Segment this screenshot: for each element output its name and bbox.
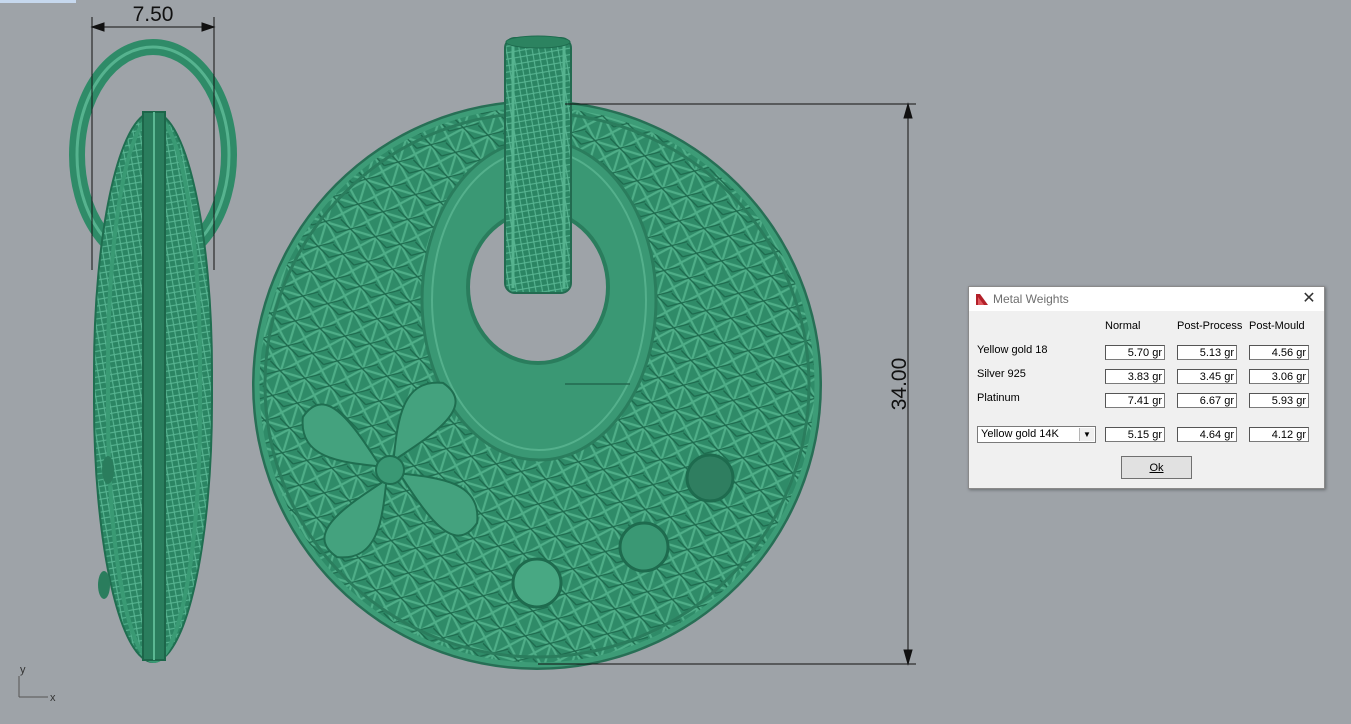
weight-field-platinum-normal[interactable]: 7.41 gr — [1105, 393, 1165, 408]
column-header-normal: Normal — [1105, 320, 1141, 332]
row-label-yellow-gold-18: Yellow gold 18 — [977, 344, 1048, 356]
front-view-model — [252, 35, 822, 670]
metal-weights-dialog: Metal Weights ✕ Normal Post-Process Post… — [968, 286, 1325, 489]
row-label-platinum: Platinum — [977, 392, 1020, 404]
weight-field-yellow-gold-18-post-process[interactable]: 5.13 gr — [1177, 345, 1237, 360]
weight-field-custom-post-mould[interactable]: 4.12 gr — [1249, 427, 1309, 442]
metal-type-selected: Yellow gold 14K — [981, 428, 1059, 440]
weight-field-silver-925-post-process[interactable]: 3.45 gr — [1177, 369, 1237, 384]
weight-field-platinum-post-mould[interactable]: 5.93 gr — [1249, 393, 1309, 408]
weight-field-yellow-gold-18-normal[interactable]: 5.70 gr — [1105, 345, 1165, 360]
close-icon: ✕ — [1302, 290, 1316, 307]
weight-field-custom-normal[interactable]: 5.15 gr — [1105, 427, 1165, 442]
weight-field-platinum-post-process[interactable]: 6.67 gr — [1177, 393, 1237, 408]
weight-field-silver-925-post-mould[interactable]: 3.06 gr — [1249, 369, 1309, 384]
weight-field-silver-925-normal[interactable]: 3.83 gr — [1105, 369, 1165, 384]
axis-x-label: x — [50, 692, 56, 704]
weight-field-yellow-gold-18-post-mould[interactable]: 4.56 gr — [1249, 345, 1309, 360]
axis-y-label: y — [20, 664, 26, 676]
dialog-titlebar[interactable]: Metal Weights ✕ — [969, 287, 1324, 311]
column-header-post-mould: Post-Mould — [1249, 320, 1305, 332]
width-dimension-label: 7.50 — [133, 3, 174, 26]
close-button[interactable]: ✕ — [1300, 290, 1318, 308]
chevron-down-icon[interactable]: ▼ — [1079, 428, 1094, 441]
row-label-silver-925: Silver 925 — [977, 368, 1026, 380]
side-view-model — [69, 39, 237, 663]
dialog-title: Metal Weights — [993, 292, 1069, 306]
ok-button-label: Ok — [1149, 461, 1164, 474]
axis-indicator — [18, 676, 48, 698]
height-dimension-label: 34.00 — [888, 358, 911, 411]
metal-type-select[interactable]: Yellow gold 14K ▼ — [977, 426, 1096, 443]
ok-button[interactable]: Ok — [1121, 456, 1192, 479]
weight-field-custom-post-process[interactable]: 4.64 gr — [1177, 427, 1237, 442]
column-header-post-process: Post-Process — [1177, 320, 1243, 332]
metal-weights-icon — [976, 294, 988, 305]
